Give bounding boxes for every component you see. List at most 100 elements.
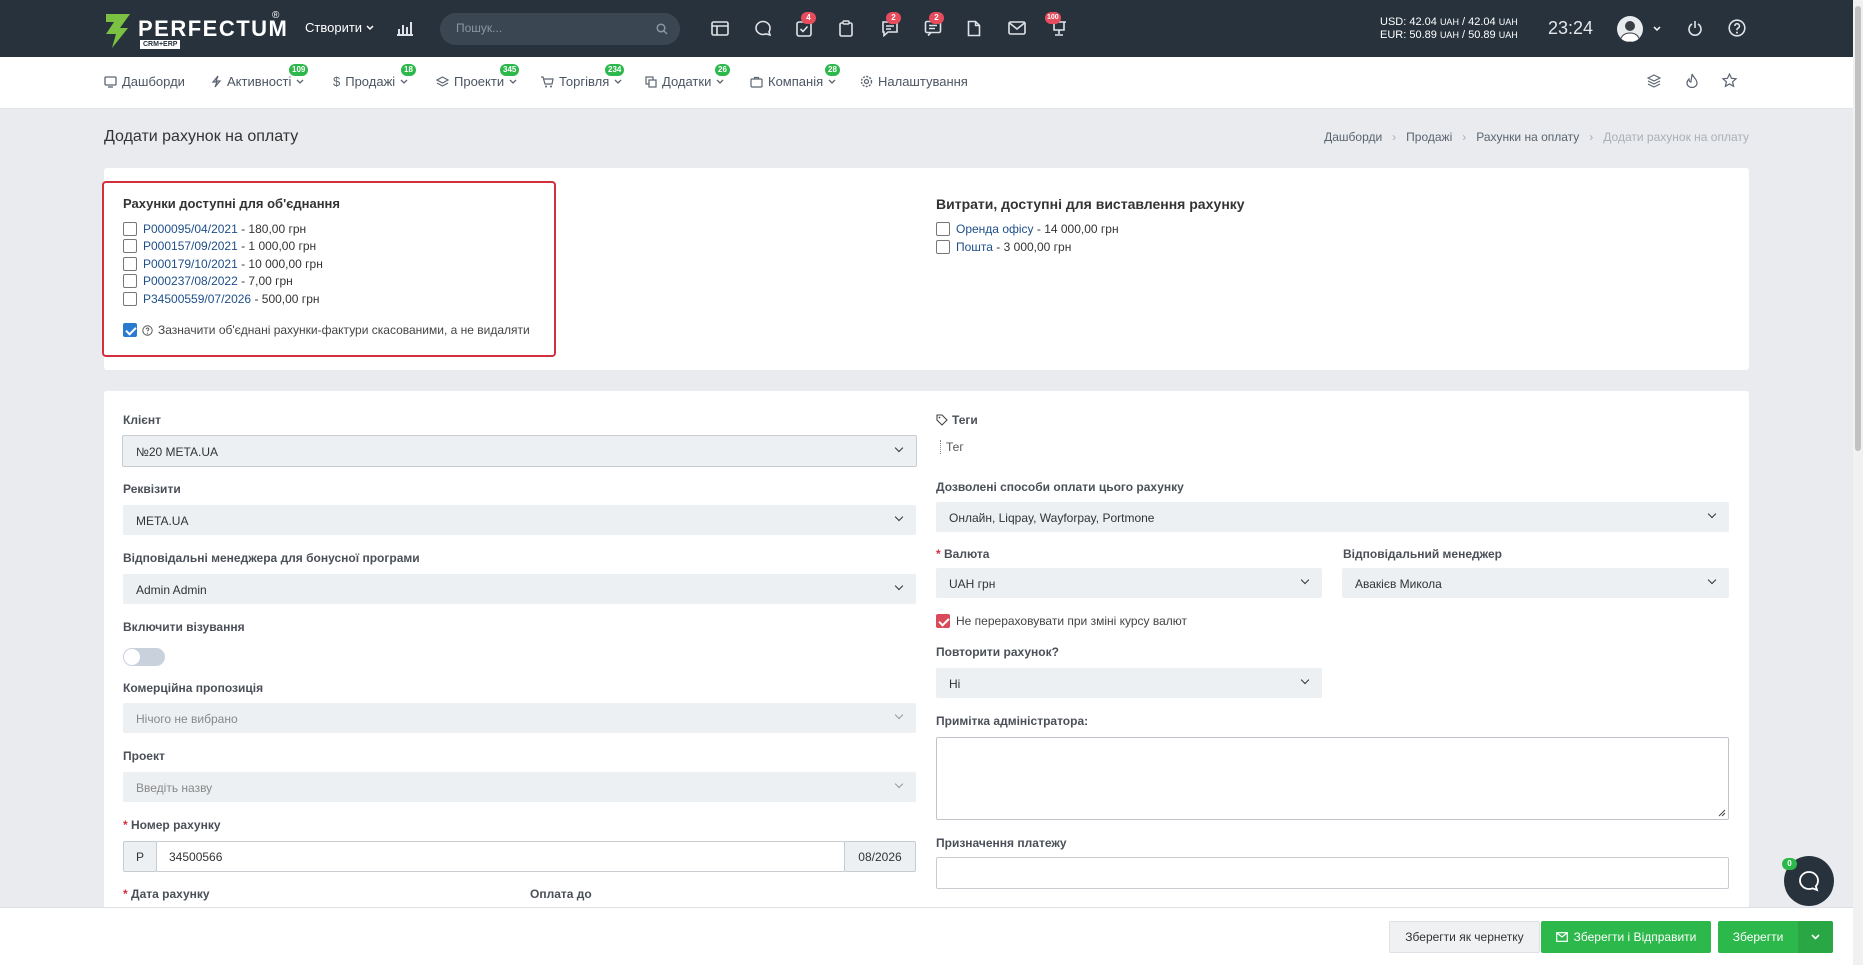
- merge-invoice-link[interactable]: P000237/08/2022: [143, 274, 238, 288]
- manager-select[interactable]: Авакієв Микола: [1342, 568, 1729, 598]
- no-recalc-row[interactable]: Не перераховувати при зміні курсу валют: [936, 614, 1187, 628]
- chevron-down-icon: [1300, 675, 1310, 685]
- logo-registered: ®: [272, 10, 280, 21]
- power-icon[interactable]: [1687, 20, 1703, 37]
- expense-checkbox[interactable]: [936, 240, 950, 254]
- requisites-select[interactable]: META.UA: [123, 505, 916, 535]
- nav-label: Продажі: [345, 74, 396, 89]
- client-value: №20 META.UA: [136, 445, 219, 459]
- bonus-manager-select[interactable]: Admin Admin: [123, 574, 916, 604]
- mark-cancelled-row[interactable]: Зазначити об'єднані рахунки-фактури скас…: [123, 323, 530, 337]
- merge-invoice-checkbox[interactable]: [123, 222, 137, 236]
- nav-label: Додатки: [662, 74, 712, 89]
- main-nav: Дашборди Активності 109 $ Продажі 18 Про…: [0, 57, 1853, 109]
- admin-note-textarea[interactable]: [936, 737, 1729, 820]
- clipboard-icon[interactable]: [839, 20, 853, 37]
- currency-select[interactable]: UAH грн: [936, 568, 1322, 598]
- expense-row[interactable]: Пошта - 3 000,00 грн: [936, 240, 1071, 254]
- breadcrumb-dashboards[interactable]: Дашборди: [1324, 130, 1382, 144]
- payment-purpose-input[interactable]: [936, 857, 1729, 889]
- scrollbar-thumb[interactable]: [1855, 6, 1861, 451]
- star-icon[interactable]: [1722, 73, 1737, 88]
- repeat-select[interactable]: Ні: [936, 668, 1322, 698]
- chat-widget-button[interactable]: 0: [1782, 856, 1834, 906]
- chevron-down-icon: [366, 24, 374, 30]
- merge-invoice-row[interactable]: P000095/04/2021 - 180,00 грн: [123, 222, 306, 236]
- mark-cancelled-checkbox[interactable]: [123, 323, 137, 337]
- notifications-badge: 100: [1045, 12, 1061, 24]
- nav-label: Активності: [227, 74, 292, 89]
- merge-invoice-link[interactable]: P000157/09/2021: [143, 239, 238, 253]
- chevron-down-icon: [400, 79, 408, 84]
- tag-icon: [936, 414, 948, 426]
- fire-icon[interactable]: [1686, 73, 1698, 88]
- comments-icon[interactable]: [754, 20, 772, 37]
- dollar-icon: $: [333, 74, 341, 89]
- nav-item-activities[interactable]: Активності 109: [211, 64, 309, 89]
- payment-methods-select[interactable]: Онлайн, Liqpay, Wayforpay, Portmone: [936, 502, 1729, 532]
- save-and-send-button[interactable]: Зберегти і Відправити: [1541, 921, 1711, 953]
- help-icon[interactable]: [1728, 19, 1746, 37]
- user-menu-chevron-icon[interactable]: [1653, 26, 1661, 32]
- resize-handle-icon[interactable]: [1718, 809, 1726, 817]
- visa-label: Включити візування: [123, 620, 245, 634]
- no-recalc-checkbox[interactable]: [936, 614, 950, 628]
- merge-invoice-checkbox[interactable]: [123, 257, 137, 271]
- merge-invoice-checkbox[interactable]: [123, 292, 137, 306]
- client-label: Клієнт: [123, 413, 162, 427]
- merge-invoices-box: Рахунки доступні для об'єднання P000095/…: [102, 181, 556, 357]
- search-box[interactable]: [440, 13, 680, 45]
- client-select[interactable]: №20 META.UA: [122, 435, 917, 467]
- expense-row[interactable]: Оренда офісу - 14 000,00 грн: [936, 222, 1119, 236]
- merge-invoice-amount: - 180,00 грн: [237, 222, 307, 236]
- create-menu-button[interactable]: Створити: [305, 20, 374, 35]
- save-draft-button[interactable]: Зберегти як чернетку: [1389, 921, 1540, 953]
- document-icon[interactable]: [967, 20, 981, 37]
- invoice-number-input[interactable]: 34500566: [156, 841, 845, 872]
- nav-badge: 28: [825, 64, 840, 76]
- mail-icon[interactable]: [1008, 21, 1026, 35]
- search-input[interactable]: [456, 21, 646, 35]
- merge-invoice-row[interactable]: P000157/09/2021 - 1 000,00 грн: [123, 239, 316, 253]
- layers-toggle-icon[interactable]: [1647, 74, 1661, 88]
- invoice-date-label-text: Дата рахунку: [131, 887, 210, 901]
- save-options-dropdown[interactable]: [1798, 921, 1833, 953]
- reports-chart-icon[interactable]: [396, 20, 414, 36]
- nav-item-company[interactable]: Компанія 28: [750, 64, 840, 89]
- currency-label-text: Валюта: [944, 547, 990, 561]
- merge-invoice-link[interactable]: P34500559/07/2026: [143, 292, 251, 306]
- save-button[interactable]: Зберегти: [1718, 921, 1798, 953]
- search-icon[interactable]: [656, 23, 668, 35]
- eur-unit-2: UAH: [1498, 30, 1518, 40]
- nav-item-sales[interactable]: $ Продажі 18: [333, 64, 416, 89]
- help-circle-icon[interactable]: [142, 324, 153, 336]
- scrollbar[interactable]: [1853, 0, 1863, 965]
- nav-item-addons[interactable]: Додатки 26: [645, 64, 730, 89]
- merge-invoice-link[interactable]: P000095/04/2021: [143, 222, 238, 236]
- nav-item-projects[interactable]: Проекти 345: [436, 64, 520, 89]
- chevron-down-icon: [614, 79, 622, 84]
- merge-invoice-checkbox[interactable]: [123, 274, 137, 288]
- avatar[interactable]: [1617, 16, 1643, 42]
- breadcrumb-invoices[interactable]: Рахунки на оплату: [1476, 130, 1579, 144]
- visa-toggle[interactable]: [123, 648, 165, 666]
- merge-invoice-row[interactable]: P000179/10/2021 - 10 000,00 грн: [123, 257, 323, 271]
- project-select[interactable]: Введіть назву: [123, 772, 916, 802]
- currency-rates: USD: 42.04 UAH / 42.04 UAH EUR: 50.89 UA…: [1380, 16, 1518, 42]
- breadcrumb-sales[interactable]: Продажі: [1406, 130, 1452, 144]
- proposal-label: Комерційна пропозиція: [123, 681, 264, 695]
- nav-item-dashboards[interactable]: Дашборди: [104, 74, 185, 89]
- merge-invoice-link[interactable]: P000179/10/2021: [143, 257, 238, 271]
- calendar-icon[interactable]: [711, 20, 729, 36]
- nav-item-trade[interactable]: Торгівля 234: [540, 64, 625, 89]
- expense-link[interactable]: Пошта: [956, 240, 993, 254]
- logo[interactable]: PERFECTUM ® CRM+ERP: [104, 10, 287, 50]
- proposal-select[interactable]: Нічого не вибрано: [123, 703, 916, 733]
- tags-input[interactable]: Тег: [940, 440, 964, 454]
- merge-invoice-row[interactable]: P000237/08/2022 - 7,00 грн: [123, 274, 293, 288]
- expense-link[interactable]: Оренда офісу: [956, 222, 1034, 236]
- merge-invoice-checkbox[interactable]: [123, 239, 137, 253]
- merge-invoice-row[interactable]: P34500559/07/2026 - 500,00 грн: [123, 292, 320, 306]
- expense-checkbox[interactable]: [936, 222, 950, 236]
- nav-item-settings[interactable]: Налаштування: [860, 74, 968, 89]
